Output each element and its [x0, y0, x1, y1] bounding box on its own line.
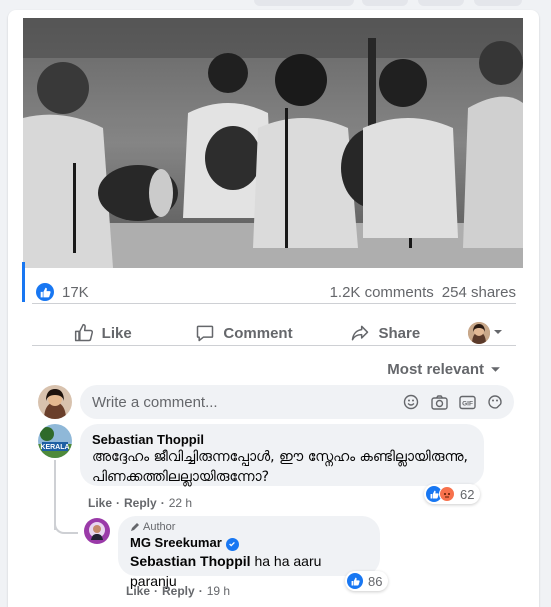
avatar-text: KERALA — [40, 444, 69, 451]
reply-bubble: Author MG Sreekumar Sebastian Thoppil ha… — [118, 516, 380, 589]
post-card: 17K 1.2K comments 254 shares Like Commen… — [8, 10, 539, 607]
comment-button-label: Comment — [223, 324, 293, 342]
post-stats: 17K 1.2K comments 254 shares — [36, 272, 516, 312]
shares-count[interactable]: 254 shares — [442, 284, 516, 301]
chevron-down-icon — [493, 324, 503, 342]
chevron-down-icon — [491, 367, 500, 372]
vintage-concert-photo — [23, 18, 523, 268]
reply-timestamp[interactable]: 19 h — [207, 584, 230, 598]
verified-badge-icon — [225, 537, 239, 551]
comment-icon — [197, 325, 214, 342]
post-photo[interactable] — [23, 18, 523, 268]
like-button[interactable]: Like — [32, 323, 173, 343]
svg-text:GIF: GIF — [462, 400, 473, 407]
reply-like-link[interactable]: Like — [126, 584, 150, 598]
gif-icon[interactable]: GIF — [458, 393, 476, 411]
share-icon — [352, 325, 369, 341]
reply-author-avatar[interactable] — [84, 518, 110, 544]
comment-meta: Like · Reply · 22 h — [88, 496, 193, 510]
comments-count[interactable]: 1.2K comments — [330, 284, 434, 301]
top-toolbar-stubs — [0, 0, 551, 8]
reply-meta: Like · Reply · 19 h — [126, 584, 231, 598]
sticker-icon[interactable] — [486, 393, 504, 411]
reply-reply-link[interactable]: Reply — [162, 584, 195, 598]
comment-author[interactable]: Sebastian Thoppil — [92, 432, 472, 447]
comment-sort-dropdown[interactable]: Most relevant — [387, 361, 501, 378]
user-avatar[interactable] — [38, 385, 72, 419]
sort-label: Most relevant — [387, 361, 484, 378]
profile-avatar — [468, 322, 491, 344]
comment-button[interactable]: Comment — [173, 323, 314, 343]
comment-input-box[interactable]: GIF — [80, 385, 514, 419]
emoji-icon[interactable] — [402, 393, 420, 411]
reply-reactions[interactable]: 86 — [345, 571, 389, 591]
thumbs-up-icon — [74, 323, 93, 342]
comment-item: KERALA Sebastian Thoppil അദ്ദേഹം ജീവിച്ച… — [38, 424, 484, 486]
actions-divider — [32, 345, 516, 346]
reaction-count: 62 — [460, 486, 475, 502]
reply-item: Author MG Sreekumar Sebastian Thoppil ha… — [84, 516, 380, 589]
comment-input[interactable] — [92, 393, 402, 411]
like-reaction-icon — [347, 573, 363, 589]
post-as-switcher[interactable] — [456, 322, 516, 344]
comment-composer: GIF — [38, 382, 514, 422]
card-accent-bar — [22, 262, 25, 302]
reaction-count: 86 — [368, 573, 383, 589]
comment-like-link[interactable]: Like — [88, 496, 112, 510]
comment-reply-link[interactable]: Reply — [124, 496, 157, 510]
like-button-label: Like — [101, 324, 132, 342]
comment-text: അദ്ദേഹം ജീവിച്ചിരുന്നപ്പോൾ, ഈ സ്നേഹം കണ്… — [92, 449, 468, 485]
like-reaction-icon[interactable] — [36, 283, 54, 301]
comment-bubble: Sebastian Thoppil അദ്ദേഹം ജീവിച്ചിരുന്നപ… — [80, 424, 484, 486]
toolbar-stub — [254, 0, 354, 6]
thread-connector — [54, 516, 78, 534]
share-button[interactable]: Share — [315, 323, 456, 343]
comment-timestamp[interactable]: 22 h — [169, 496, 192, 510]
camera-icon[interactable] — [430, 393, 448, 411]
angry-reaction-icon — [439, 486, 455, 502]
author-badge-label: Author — [143, 521, 176, 533]
toolbar-stub — [362, 0, 408, 6]
toolbar-stub — [418, 0, 464, 6]
reply-author-name[interactable]: MG Sreekumar — [130, 535, 222, 550]
like-count[interactable]: 17K — [62, 284, 89, 301]
commenter-avatar[interactable]: KERALA — [38, 424, 72, 458]
toolbar-stub — [474, 0, 522, 6]
pencil-icon — [131, 523, 139, 531]
reply-mention[interactable]: Sebastian Thoppil — [130, 553, 251, 569]
stats-divider — [32, 303, 516, 304]
reply-author[interactable]: MG Sreekumar — [130, 535, 368, 551]
share-button-label: Share — [378, 324, 421, 342]
author-badge: Author — [130, 521, 368, 533]
comment-reactions[interactable]: 62 — [424, 484, 481, 504]
